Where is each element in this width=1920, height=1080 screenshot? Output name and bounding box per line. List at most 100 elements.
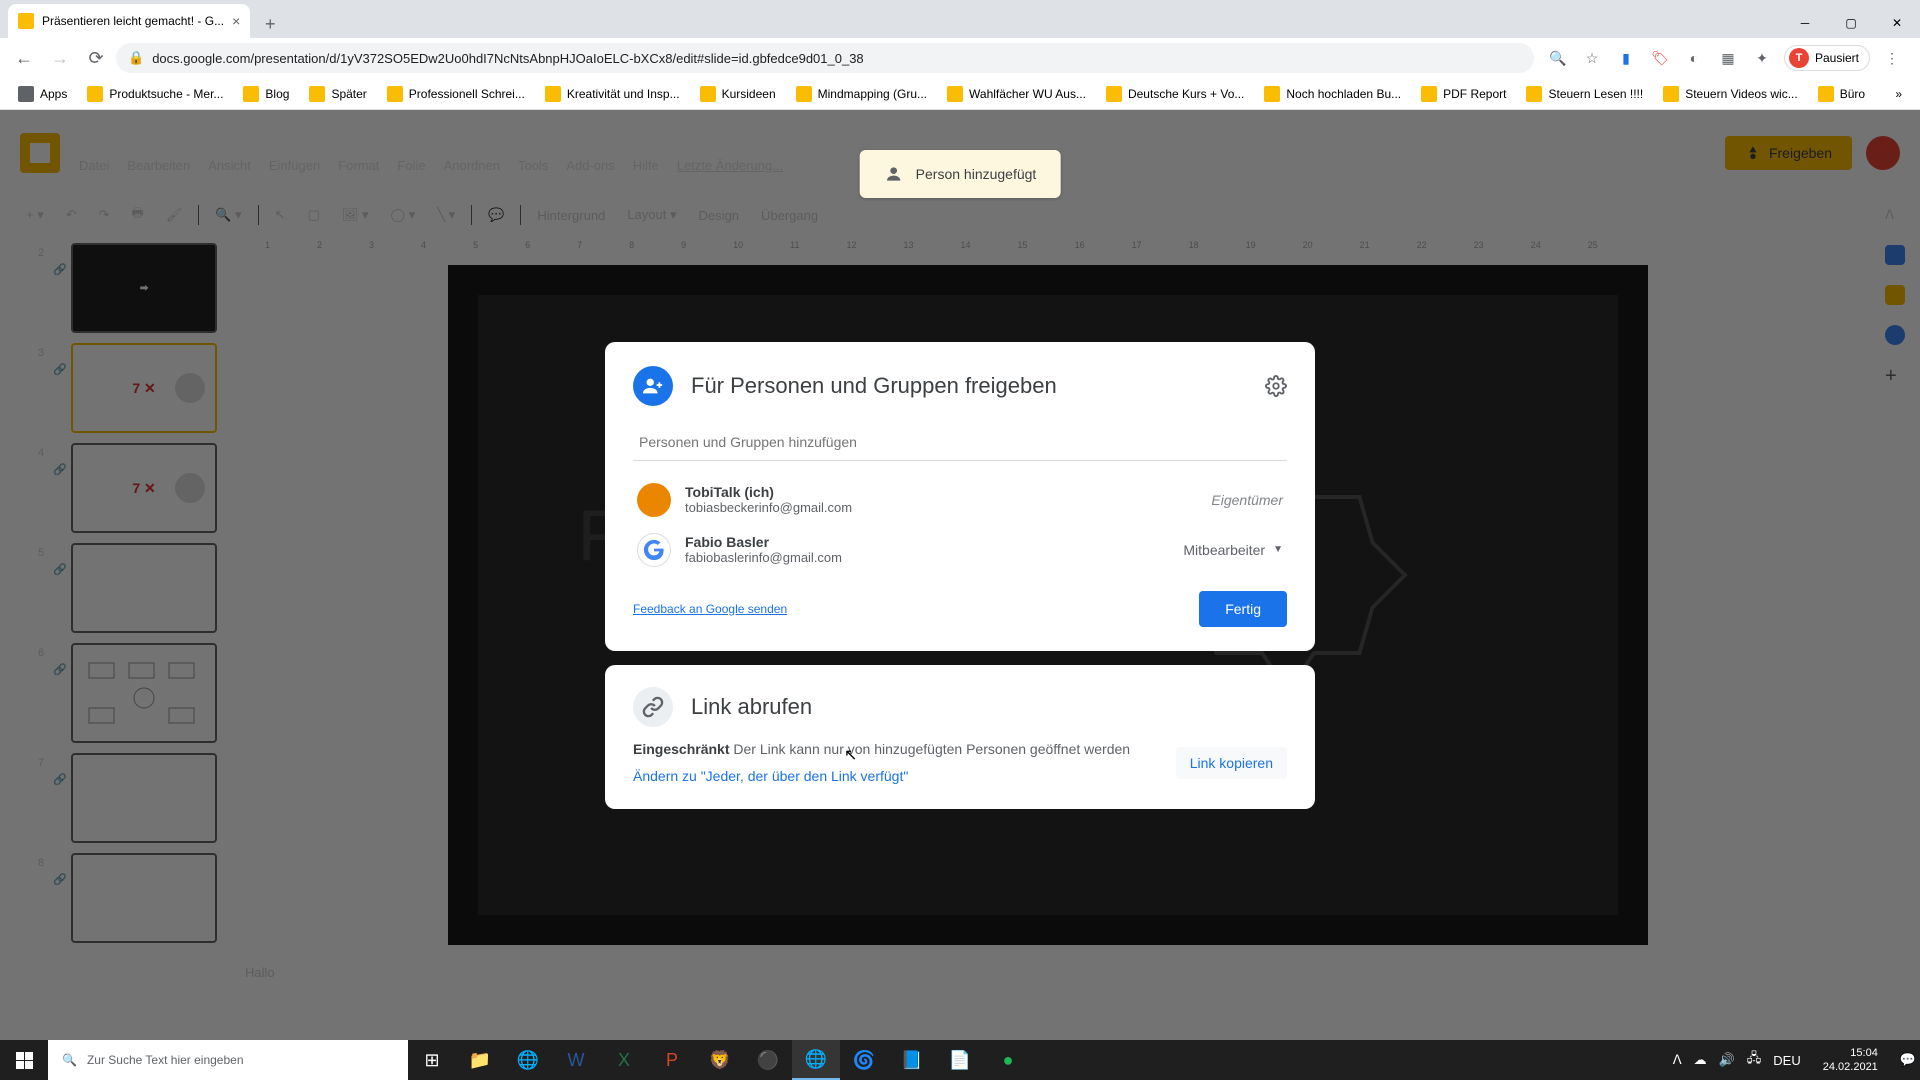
lock-icon: 🔒 — [128, 50, 144, 66]
taskbar-word[interactable]: W — [552, 1040, 600, 1080]
task-view-button[interactable]: ⊞ — [408, 1040, 456, 1080]
profile-button[interactable]: T Pausiert — [1784, 45, 1870, 71]
taskbar-edge-old[interactable]: 🌐 — [504, 1040, 552, 1080]
bookmark-item[interactable]: Später — [301, 82, 374, 106]
tray-expand-icon[interactable]: ᐱ — [1673, 1052, 1682, 1068]
start-button[interactable] — [0, 1040, 48, 1080]
taskbar-edge[interactable]: 🌀 — [840, 1040, 888, 1080]
owner-name: TobiTalk (ich) — [685, 484, 1197, 500]
bookmark-item[interactable]: PDF Report — [1413, 82, 1514, 106]
change-access-link[interactable]: Ändern zu "Jeder, der über den Link verf… — [633, 766, 908, 787]
tray-network-icon[interactable]: 🖧 — [1747, 1049, 1762, 1071]
extension-icon-2[interactable]: 🏷 — [1648, 46, 1672, 70]
editor-email: fabiobaslerinfo@gmail.com — [685, 550, 1169, 565]
link-icon — [633, 687, 673, 727]
folder-icon — [1663, 86, 1679, 102]
address-bar[interactable]: 🔒 docs.google.com/presentation/d/1yV372S… — [116, 43, 1534, 73]
tray-volume-icon[interactable]: 🔊 — [1719, 1052, 1735, 1068]
browser-tab[interactable]: Präsentieren leicht gemacht! - G... × — [8, 4, 250, 38]
zoom-icon[interactable]: 🔍 — [1546, 46, 1570, 70]
taskbar-excel[interactable]: X — [600, 1040, 648, 1080]
folder-icon — [87, 86, 103, 102]
folder-icon — [545, 86, 561, 102]
forward-button[interactable]: → — [44, 42, 76, 74]
taskbar-powerpoint[interactable]: P — [648, 1040, 696, 1080]
link-dialog-title: Link abrufen — [691, 694, 812, 720]
apps-bookmark[interactable]: Apps — [10, 82, 75, 106]
editor-avatar — [637, 533, 671, 567]
person-row-editor: Fabio Basler fabiobaslerinfo@gmail.com M… — [633, 525, 1287, 575]
editor-role-dropdown[interactable]: Mitbearbeiter ▼ — [1183, 542, 1283, 558]
system-tray: ᐱ ☁ 🔊 🖧 DEU 15:04 24.02.2021 💬 — [1669, 1046, 1920, 1075]
tray-language[interactable]: DEU — [1773, 1053, 1800, 1068]
extensions-menu-icon[interactable]: ✦ — [1750, 46, 1774, 70]
bookmark-item[interactable]: Mindmapping (Gru... — [788, 82, 935, 106]
taskbar-explorer[interactable]: 📁 — [456, 1040, 504, 1080]
folder-icon — [947, 86, 963, 102]
tab-strip: Präsentieren leicht gemacht! - G... × + … — [0, 0, 1920, 38]
share-people-card: Für Personen und Gruppen freigeben TobiT… — [605, 342, 1315, 651]
extension-icon-3[interactable]: ◐ — [1682, 46, 1706, 70]
extension-icon-1[interactable]: ▮ — [1614, 46, 1638, 70]
bookmark-item[interactable]: Wahlfächer WU Aus... — [939, 82, 1094, 106]
share-settings-button[interactable] — [1265, 375, 1287, 397]
reload-button[interactable]: ⟳ — [80, 42, 112, 74]
folder-icon — [243, 86, 259, 102]
app-area: Präsentieren leicht gemacht! ☆ ▭ ☁ Datei… — [0, 110, 1920, 1040]
bookmarks-overflow[interactable]: » — [1887, 83, 1910, 105]
taskbar-search[interactable]: 🔍 Zur Suche Text hier eingeben — [48, 1040, 408, 1080]
feedback-link[interactable]: Feedback an Google senden — [633, 602, 787, 616]
bookmark-item[interactable]: Professionell Schrei... — [379, 82, 533, 106]
owner-role: Eigentümer — [1211, 492, 1283, 508]
close-tab-icon[interactable]: × — [232, 13, 240, 29]
owner-email: tobiasbeckerinfo@gmail.com — [685, 500, 1197, 515]
get-link-card: Link abrufen Eingeschränkt Der Link kann… — [605, 665, 1315, 809]
extension-icon-4[interactable]: ▦ — [1716, 46, 1740, 70]
bookmark-item[interactable]: Steuern Lesen !!!! — [1518, 82, 1651, 106]
address-bar-row: ← → ⟳ 🔒 docs.google.com/presentation/d/1… — [0, 38, 1920, 78]
close-window-button[interactable]: ✕ — [1874, 8, 1920, 38]
folder-icon — [796, 86, 812, 102]
profile-status: Pausiert — [1815, 51, 1859, 65]
tab-title: Präsentieren leicht gemacht! - G... — [42, 14, 224, 28]
taskbar-notepad[interactable]: 📄 — [936, 1040, 984, 1080]
bookmark-item[interactable]: Produktsuche - Mer... — [79, 82, 231, 106]
folder-icon — [700, 86, 716, 102]
folder-icon — [309, 86, 325, 102]
bookmark-item[interactable]: Steuern Videos wic... — [1655, 82, 1806, 106]
chrome-menu-icon[interactable]: ⋮ — [1880, 46, 1904, 70]
editor-name: Fabio Basler — [685, 534, 1169, 550]
search-icon: 🔍 — [62, 1053, 77, 1067]
bookmark-item[interactable]: Kreativität und Insp... — [537, 82, 688, 106]
add-people-input[interactable] — [633, 424, 1287, 461]
bookmark-item[interactable]: Büro — [1810, 82, 1873, 106]
tray-notifications-icon[interactable]: 💬 — [1900, 1052, 1916, 1068]
copy-link-button[interactable]: Link kopieren — [1176, 747, 1287, 779]
minimize-button[interactable]: ─ — [1782, 8, 1828, 38]
owner-avatar — [637, 483, 671, 517]
folder-icon — [1421, 86, 1437, 102]
taskbar-chrome[interactable]: 🌐 — [792, 1040, 840, 1080]
share-dialog-title: Für Personen und Gruppen freigeben — [691, 373, 1247, 399]
bookmark-item[interactable]: Noch hochladen Bu... — [1256, 82, 1409, 106]
new-tab-button[interactable]: + — [256, 10, 284, 38]
folder-icon — [1264, 86, 1280, 102]
share-people-icon — [633, 366, 673, 406]
bookmark-item[interactable]: Deutsche Kurs + Vo... — [1098, 82, 1252, 106]
taskbar-spotify[interactable]: ● — [984, 1040, 1032, 1080]
maximize-button[interactable]: ▢ — [1828, 8, 1874, 38]
bookmark-star-icon[interactable]: ☆ — [1580, 46, 1604, 70]
tray-clock[interactable]: 15:04 24.02.2021 — [1813, 1046, 1888, 1075]
tray-onedrive-icon[interactable]: ☁ — [1694, 1052, 1707, 1068]
window-controls: ─ ▢ ✕ — [1782, 8, 1920, 38]
back-button[interactable]: ← — [8, 42, 40, 74]
folder-icon — [1818, 86, 1834, 102]
done-button[interactable]: Fertig — [1199, 591, 1287, 627]
taskbar-app-1[interactable]: 🦁 — [696, 1040, 744, 1080]
bookmark-item[interactable]: Kursideen — [692, 82, 784, 106]
url-text: docs.google.com/presentation/d/1yV372SO5… — [152, 51, 863, 66]
bookmark-item[interactable]: Blog — [235, 82, 297, 106]
share-dialog-container: Für Personen und Gruppen freigeben TobiT… — [0, 110, 1920, 1040]
taskbar-app-2[interactable]: 📘 — [888, 1040, 936, 1080]
taskbar-obs[interactable]: ⚫ — [744, 1040, 792, 1080]
